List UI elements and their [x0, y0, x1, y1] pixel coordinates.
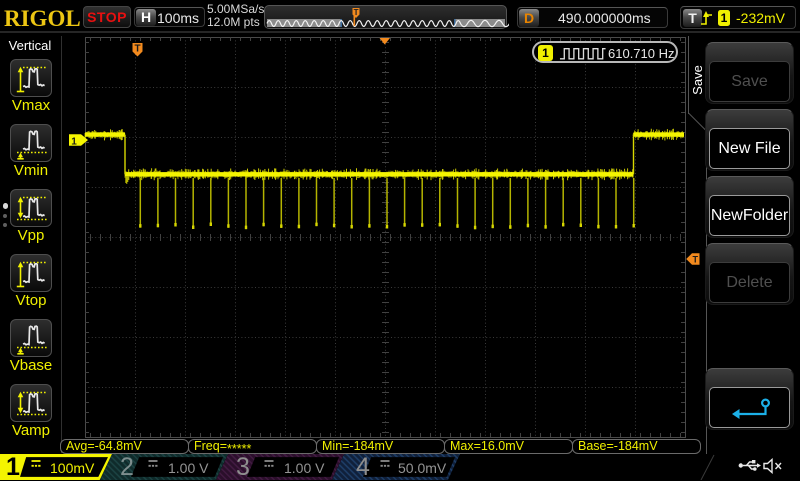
svg-text:T: T — [354, 8, 359, 17]
svg-text:T: T — [692, 255, 698, 265]
svg-text:T: T — [135, 44, 141, 55]
svg-text:1: 1 — [71, 136, 77, 147]
